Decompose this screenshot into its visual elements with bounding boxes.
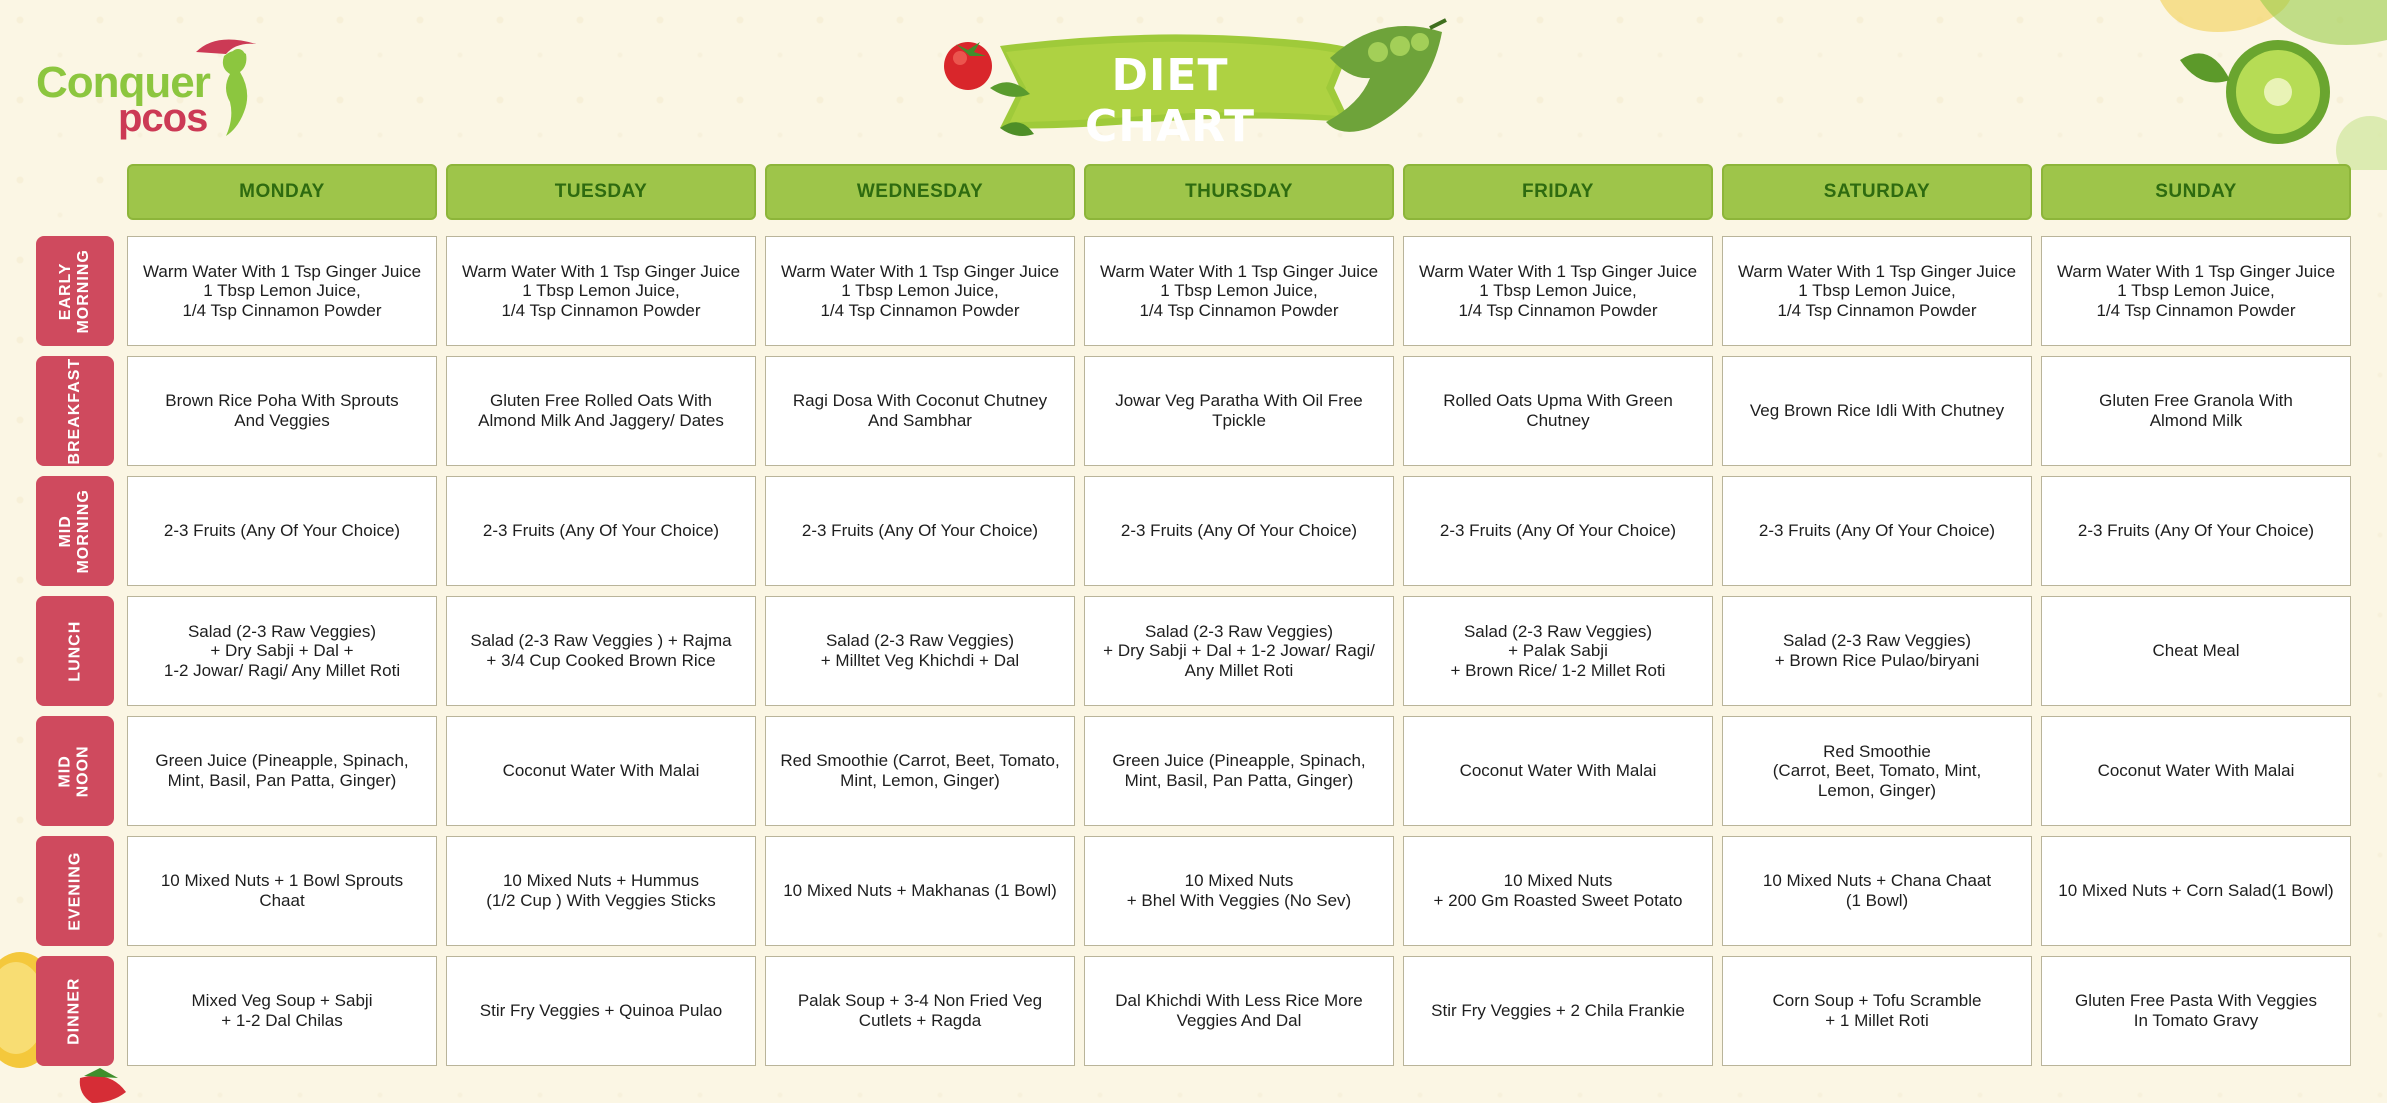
brand-logo: Conquer pcos (36, 32, 256, 142)
meal-label-text: EARLY MORNING (56, 248, 93, 334)
page-title: DIET CHART (1084, 50, 1256, 152)
meal-cell: Salad (2-3 Raw Veggies) + Milltet Veg Kh… (765, 596, 1075, 706)
day-header-saturday: SATURDAY (1722, 164, 2032, 220)
meal-label: BREAKFAST (36, 356, 114, 466)
day-header-wednesday: WEDNESDAY (765, 164, 1075, 220)
meal-label: MID NOON (36, 716, 114, 826)
kiwi-icon (2160, 0, 2387, 170)
meal-cell: 2-3 Fruits (Any Of Your Choice) (127, 476, 437, 586)
meal-cell: Red Smoothie (Carrot, Beet, Tomato, Mint… (765, 716, 1075, 826)
meal-cell: 2-3 Fruits (Any Of Your Choice) (1722, 476, 2032, 586)
meal-cell: 10 Mixed Nuts + Hummus (1/2 Cup ) With V… (446, 836, 756, 946)
meal-label: DINNER (36, 956, 114, 1066)
meal-cell: Salad (2-3 Raw Veggies ) + Rajma + 3/4 C… (446, 596, 756, 706)
meal-cell: Gluten Free Granola With Almond Milk (2041, 356, 2351, 466)
meal-cell: Warm Water With 1 Tsp Ginger Juice 1 Tbs… (765, 236, 1075, 346)
meal-cell: Stir Fry Veggies + Quinoa Pulao (446, 956, 756, 1066)
day-header-monday: MONDAY (127, 164, 437, 220)
meal-cell: Coconut Water With Malai (446, 716, 756, 826)
day-header-sunday: SUNDAY (2041, 164, 2351, 220)
meal-label: MID MORNING (36, 476, 114, 586)
day-header-tuesday: TUESDAY (446, 164, 756, 220)
meal-cell: 2-3 Fruits (Any Of Your Choice) (1084, 476, 1394, 586)
meal-cell: Coconut Water With Malai (1403, 716, 1713, 826)
meal-label-text: MID NOON (56, 745, 92, 797)
meal-cell: 2-3 Fruits (Any Of Your Choice) (1403, 476, 1713, 586)
meal-cell: Salad (2-3 Raw Veggies) + Dry Sabji + Da… (1084, 596, 1394, 706)
day-header-friday: FRIDAY (1403, 164, 1713, 220)
meal-label-text: EVENING (65, 851, 83, 931)
meal-cell: Mixed Veg Soup + Sabji + 1-2 Dal Chilas (127, 956, 437, 1066)
meal-cell: Brown Rice Poha With Sprouts And Veggies (127, 356, 437, 466)
title-banner: DIET CHART (930, 18, 1450, 152)
meal-cell: Salad (2-3 Raw Veggies) + Brown Rice Pul… (1722, 596, 2032, 706)
meal-cell: Dal Khichdi With Less Rice More Veggies … (1084, 956, 1394, 1066)
meal-cell: Warm Water With 1 Tsp Ginger Juice 1 Tbs… (2041, 236, 2351, 346)
meal-label-text: BREAKFAST (65, 357, 83, 465)
meal-cell: Corn Soup + Tofu Scramble + 1 Millet Rot… (1722, 956, 2032, 1066)
meal-cell: Red Smoothie (Carrot, Beet, Tomato, Mint… (1722, 716, 2032, 826)
meal-cell: Coconut Water With Malai (2041, 716, 2351, 826)
meal-label-text: DINNER (65, 977, 83, 1045)
meal-cell: 10 Mixed Nuts + Corn Salad(1 Bowl) (2041, 836, 2351, 946)
meal-cell: 2-3 Fruits (Any Of Your Choice) (446, 476, 756, 586)
meal-cell: Warm Water With 1 Tsp Ginger Juice 1 Tbs… (1084, 236, 1394, 346)
meal-cell: 2-3 Fruits (Any Of Your Choice) (2041, 476, 2351, 586)
meal-cell: 2-3 Fruits (Any Of Your Choice) (765, 476, 1075, 586)
meal-cell: Salad (2-3 Raw Veggies) + Dry Sabji + Da… (127, 596, 437, 706)
meal-cell: Green Juice (Pineapple, Spinach, Mint, B… (1084, 716, 1394, 826)
meal-label: EVENING (36, 836, 114, 946)
meal-cell: Stir Fry Veggies + 2 Chila Frankie (1403, 956, 1713, 1066)
meal-cell: Green Juice (Pineapple, Spinach, Mint, B… (127, 716, 437, 826)
meal-cell: 10 Mixed Nuts + Bhel With Veggies (No Se… (1084, 836, 1394, 946)
pea-pod-icon (1326, 18, 1447, 132)
strawberry-icon (79, 1068, 126, 1103)
meal-cell: Warm Water With 1 Tsp Ginger Juice 1 Tbs… (127, 236, 437, 346)
meal-cell: Gluten Free Pasta With Veggies In Tomato… (2041, 956, 2351, 1066)
meal-cell: Veg Brown Rice Idli With Chutney (1722, 356, 2032, 466)
meal-cell: 10 Mixed Nuts + Makhanas (1 Bowl) (765, 836, 1075, 946)
meal-label-text: MID MORNING (56, 488, 93, 574)
meal-cell: Warm Water With 1 Tsp Ginger Juice 1 Tbs… (1403, 236, 1713, 346)
meal-label: EARLY MORNING (36, 236, 114, 346)
meal-cell: Palak Soup + 3-4 Non Fried Veg Cutlets +… (765, 956, 1075, 1066)
brand-name-line2: pcos (118, 96, 208, 140)
day-header-thursday: THURSDAY (1084, 164, 1394, 220)
meal-cell: Jowar Veg Paratha With Oil Free Tpickle (1084, 356, 1394, 466)
meal-cell: Ragi Dosa With Coconut Chutney And Sambh… (765, 356, 1075, 466)
meal-cell: Rolled Oats Upma With Green Chutney (1403, 356, 1713, 466)
meal-label-text: LUNCH (65, 620, 83, 682)
meal-cell: Warm Water With 1 Tsp Ginger Juice 1 Tbs… (1722, 236, 2032, 346)
meal-cell: 10 Mixed Nuts + Chana Chaat (1 Bowl) (1722, 836, 2032, 946)
meal-cell: 10 Mixed Nuts + 200 Gm Roasted Sweet Pot… (1403, 836, 1713, 946)
meal-cell: Salad (2-3 Raw Veggies) + Palak Sabji + … (1403, 596, 1713, 706)
meal-cell: 10 Mixed Nuts + 1 Bowl Sprouts Chaat (127, 836, 437, 946)
meal-label: LUNCH (36, 596, 114, 706)
meal-cell: Warm Water With 1 Tsp Ginger Juice 1 Tbs… (446, 236, 756, 346)
meal-cell: Cheat Meal (2041, 596, 2351, 706)
meal-cell: Gluten Free Rolled Oats With Almond Milk… (446, 356, 756, 466)
